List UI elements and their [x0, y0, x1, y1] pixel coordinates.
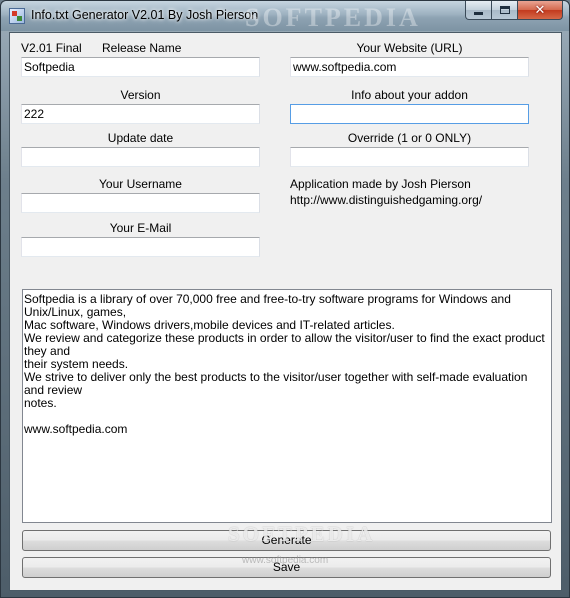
email-label: Your E-Mail: [109, 221, 172, 235]
caption-buttons: ✕: [465, 1, 563, 21]
release-name-label: Release Name: [102, 41, 182, 55]
update-date-label: Update date: [107, 131, 174, 145]
version-label: Version: [120, 88, 161, 102]
maximize-icon: [499, 6, 510, 14]
update-date-input[interactable]: [21, 147, 260, 167]
minimize-button[interactable]: [465, 1, 492, 20]
app-window: Info.txt Generator V2.01 By Josh Pierson…: [0, 0, 570, 598]
notes-textarea[interactable]: Softpedia is a library of over 70,000 fr…: [22, 289, 552, 523]
addon-info-label: Info about your addon: [351, 88, 468, 102]
window-title: Info.txt Generator V2.01 By Josh Pierson: [31, 8, 259, 22]
maximize-button[interactable]: [492, 1, 518, 20]
username-label: Your Username: [99, 177, 182, 191]
website-input[interactable]: [290, 57, 529, 77]
email-input[interactable]: [21, 237, 260, 257]
credit-author: Application made by Josh Pierson: [290, 177, 471, 191]
title-watermark: SOFTPEDIA: [245, 3, 421, 32]
username-input[interactable]: [21, 193, 260, 213]
credit-url: http://www.distinguishedgaming.org/: [290, 193, 483, 207]
version-tag: V2.01 Final: [21, 41, 82, 55]
save-button[interactable]: Save: [22, 557, 551, 578]
title-bar[interactable]: Info.txt Generator V2.01 By Josh Pierson…: [1, 1, 569, 32]
addon-info-input[interactable]: [290, 104, 529, 124]
override-input[interactable]: [290, 147, 529, 167]
generate-button[interactable]: Generate: [22, 530, 551, 551]
form-body: V2.01 Final Release Name Version Update …: [9, 32, 562, 591]
app-icon: [9, 8, 25, 24]
minimize-icon: [474, 11, 483, 15]
release-name-input[interactable]: [21, 57, 260, 77]
override-label: Override (1 or 0 ONLY): [347, 131, 472, 145]
close-button[interactable]: ✕: [518, 1, 563, 20]
version-input[interactable]: [21, 104, 260, 124]
website-label: Your Website (URL): [356, 41, 463, 55]
close-icon: ✕: [534, 2, 546, 18]
